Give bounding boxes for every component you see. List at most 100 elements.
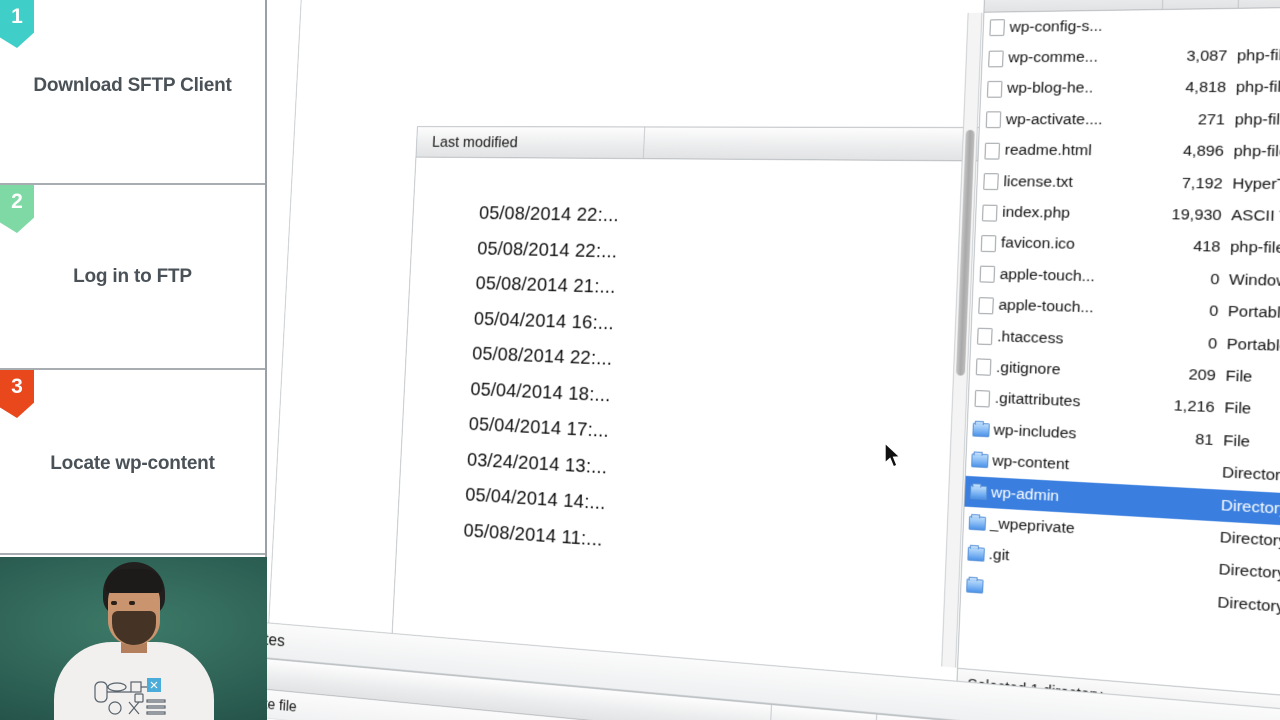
remote-file-name: wp-blog-he..	[1007, 80, 1161, 98]
step-title-2: Log in to FTP	[61, 266, 204, 288]
remote-file-type: php-file	[1233, 143, 1280, 162]
remote-file-size	[1162, 25, 1238, 26]
column-header-filetype[interactable]: Filetype	[1239, 0, 1280, 8]
remote-file-name: wp-activate....	[1006, 111, 1160, 129]
remote-file-name: apple-touch...	[999, 266, 1153, 288]
step-number-badge-3: 3	[0, 370, 34, 418]
file-icon-cell	[962, 547, 988, 563]
step-card-2[interactable]: 2 Log in to FTP	[0, 185, 265, 370]
file-icon-cell	[975, 235, 1002, 252]
step-number-2: 2	[11, 191, 23, 212]
dir-icon	[972, 422, 989, 437]
file-icon-cell	[966, 453, 992, 468]
remote-file-type: Directory	[1218, 561, 1280, 586]
file-icon	[979, 266, 995, 283]
remote-file-name: license.txt	[1003, 173, 1157, 192]
file-icon	[981, 204, 997, 221]
file-icon	[985, 112, 1001, 129]
remote-file-name: .htaccess	[997, 328, 1151, 351]
file-icon-cell	[972, 297, 999, 315]
file-icon	[986, 81, 1002, 98]
presenter-video-thumbnail[interactable]	[0, 557, 267, 720]
remote-file-type: php-file	[1236, 79, 1280, 98]
remote-file-size: 4,818	[1160, 79, 1237, 97]
remote-file-name: .git	[988, 546, 1142, 574]
file-icon-cell	[961, 578, 988, 594]
remote-file-size: 7,192	[1156, 174, 1233, 193]
remote-file-type: Portable N...	[1226, 335, 1280, 357]
column-header-spacer[interactable]	[644, 127, 998, 160]
file-icon	[983, 173, 999, 190]
bytes-label: bytes	[267, 629, 285, 652]
step-card-1[interactable]: 1 Download SFTP Client	[0, 0, 265, 185]
file-icon	[974, 390, 990, 407]
remote-file-type: Directory	[1219, 529, 1280, 553]
remote-file-size: 1,216	[1148, 396, 1225, 418]
column-header-last-modified[interactable]: Last modified	[423, 127, 645, 158]
remote-file-name: wp-admin	[991, 484, 1145, 511]
mouse-cursor-icon	[884, 442, 906, 470]
file-icon-cell	[981, 81, 1007, 98]
remote-file-size: 3,087	[1161, 47, 1237, 66]
remote-file-size	[1141, 597, 1217, 602]
file-icon-cell	[982, 50, 1008, 67]
remote-file-type: Directory	[1217, 594, 1280, 619]
file-icon-cell	[980, 112, 1006, 129]
file-icon	[977, 328, 993, 345]
remote-file-type: Portable N...	[1227, 303, 1280, 324]
file-icon-cell	[970, 359, 997, 377]
ftp-client-stage: Last modified 05/08/2014 22:... 05/08/201…	[267, 0, 1280, 720]
remote-file-name: .gitattributes	[994, 390, 1148, 415]
file-icon	[978, 297, 994, 314]
remote-file-row[interactable]: wp-comme...3,087php-file10/24/2013-r	[982, 38, 1280, 74]
remote-file-size: 271	[1158, 111, 1235, 129]
remote-file-type: php-file	[1237, 46, 1280, 65]
presenter-eye-right	[129, 601, 135, 605]
remote-file-type: ASCII Text	[1231, 207, 1280, 227]
dir-icon	[968, 516, 986, 531]
remote-file-name: wp-includes	[993, 421, 1147, 446]
remote-file-type: Windows I...	[1229, 271, 1280, 292]
step-card-3[interactable]: 3 Locate wp-content	[0, 370, 265, 555]
remote-file-type: Directory	[1221, 496, 1280, 520]
file-icon-cell	[969, 390, 996, 408]
file-icon-cell	[976, 204, 1003, 221]
remote-file-size: 19,930	[1155, 206, 1232, 225]
file-icon-cell	[967, 422, 993, 437]
remote-file-size: 0	[1151, 301, 1228, 321]
remote-file-name: index.php	[1002, 204, 1156, 224]
remote-file-size	[1142, 565, 1218, 570]
remote-file-row[interactable]: readme.html4,896php-file05/04/2014...-r	[978, 135, 1280, 169]
file-icon	[980, 235, 996, 252]
remote-file-row[interactable]: wp-activate....271php-file01/08/2012-r	[979, 104, 1280, 137]
step-number-3: 3	[11, 376, 23, 397]
remote-file-type: File	[1223, 432, 1280, 455]
file-icon	[988, 50, 1004, 67]
filezilla-window: Last modified 05/08/2014 22:... 05/08/201…	[267, 0, 1280, 720]
file-icon-cell	[983, 19, 1009, 36]
remote-file-row[interactable]: wp-blog-he..4,818php-file05/04/2014...-r	[981, 71, 1280, 105]
step-number-1: 1	[11, 6, 23, 27]
remote-file-size: 4,896	[1157, 143, 1234, 162]
presenter-eye-left	[111, 601, 117, 605]
step-number-badge-2: 2	[0, 185, 34, 233]
column-header-filesize[interactable]: Filesize	[1163, 0, 1240, 9]
step-title-3: Locate wp-content	[38, 453, 226, 475]
remote-file-type: File	[1224, 400, 1280, 423]
remote-file-name: readme.html	[1004, 142, 1158, 161]
file-icon	[989, 19, 1005, 36]
file-icon-cell	[979, 142, 1005, 159]
remote-file-type: php-file	[1234, 111, 1280, 130]
remote-file-size: 209	[1149, 365, 1226, 386]
dir-icon	[971, 453, 989, 468]
screencast-frame: Last modified 05/08/2014 22:... 05/08/201…	[0, 0, 1280, 720]
queue-remote-file-label: mote file	[267, 693, 297, 716]
file-icon-cell	[971, 328, 998, 346]
remote-file-name: favicon.ico	[1001, 235, 1155, 256]
remote-file-type: File	[1225, 367, 1280, 389]
file-icon-cell	[965, 484, 991, 499]
dir-icon	[967, 547, 985, 562]
presenter-hair-top	[105, 569, 163, 593]
remote-file-name: wp-config-s...	[1009, 17, 1162, 37]
file-icon-cell	[974, 266, 1001, 283]
